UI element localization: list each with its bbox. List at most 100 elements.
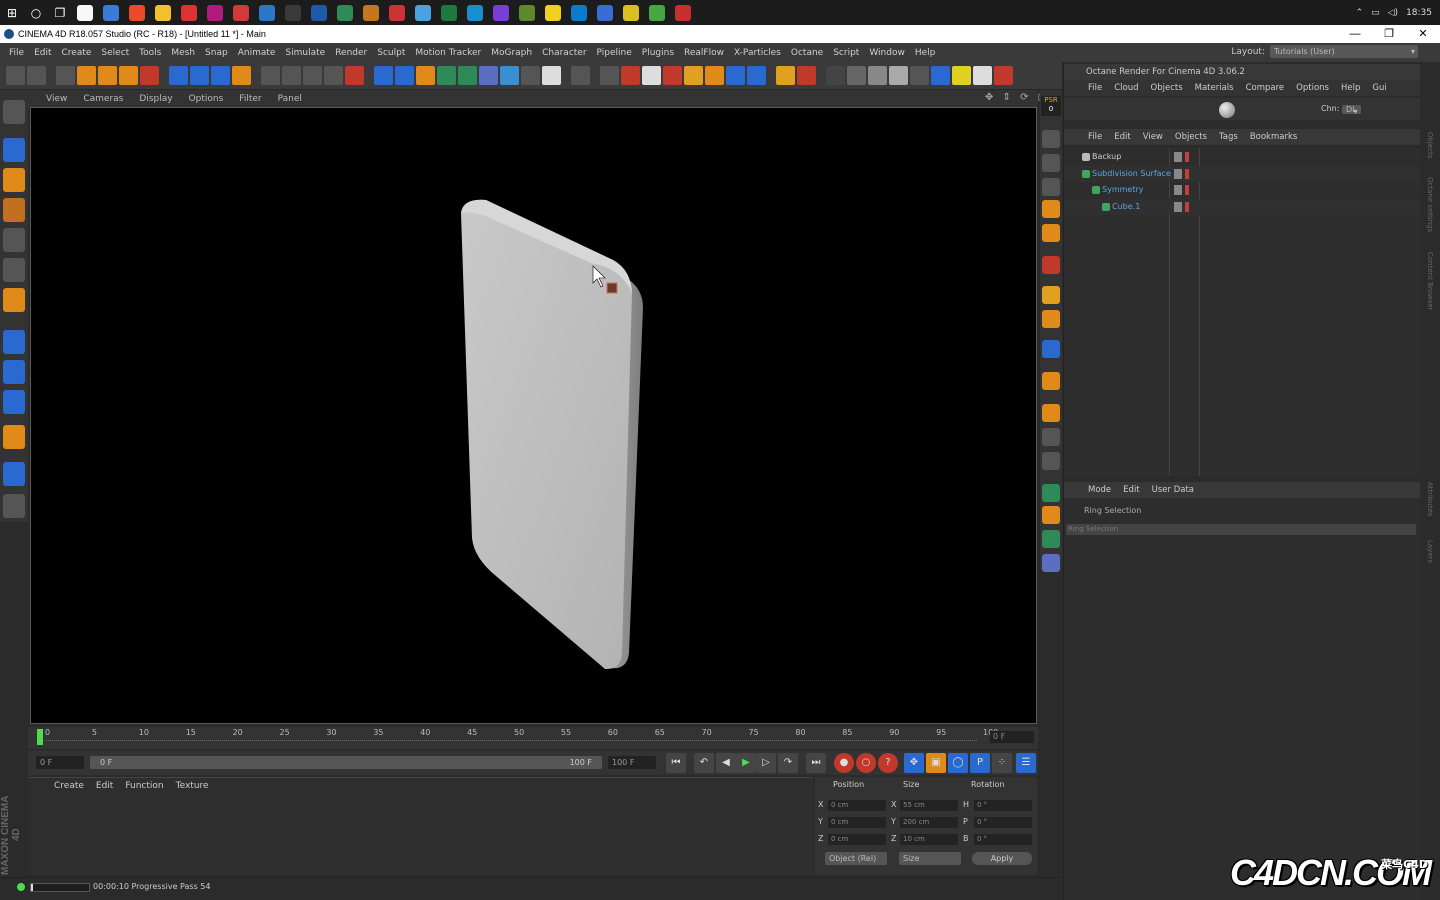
- material-ball-icon[interactable]: [1219, 102, 1235, 118]
- taskbar-app-icon[interactable]: [649, 4, 665, 21]
- toolbar-tool-icon[interactable]: [416, 66, 435, 85]
- next-frame-button[interactable]: ▷: [756, 753, 776, 773]
- left-tool-icon[interactable]: [3, 390, 25, 414]
- rotation-field[interactable]: 0 °: [974, 817, 1032, 828]
- menu-snap[interactable]: Snap: [200, 48, 233, 58]
- toolbar-tool-icon[interactable]: [797, 66, 816, 85]
- maximize-button[interactable]: ❐: [1372, 25, 1406, 43]
- toolbar-tool-icon[interactable]: [324, 66, 343, 85]
- octane-tool-icon[interactable]: [1042, 130, 1060, 148]
- autokey-button[interactable]: ○: [856, 753, 876, 773]
- visibility-dots-icon[interactable]: [1174, 201, 1194, 212]
- octane-tool-icon[interactable]: [1042, 310, 1060, 328]
- toolbar-tool-icon[interactable]: [190, 66, 209, 85]
- octane-menu-help[interactable]: Help: [1335, 83, 1366, 93]
- toolbar-tool-icon[interactable]: [395, 66, 414, 85]
- toolbar-tool-icon[interactable]: [826, 66, 845, 85]
- taskbar-app-icon[interactable]: [389, 4, 405, 21]
- menu-pipeline[interactable]: Pipeline: [592, 48, 637, 58]
- toolbar-tool-icon[interactable]: [169, 66, 188, 85]
- toolbar-tool-icon[interactable]: [747, 66, 766, 85]
- octane-tool-icon[interactable]: [1042, 428, 1060, 446]
- toolbar-tool-icon[interactable]: [119, 66, 138, 85]
- toolbar-tool-icon[interactable]: [56, 66, 75, 85]
- menu-simulate[interactable]: Simulate: [280, 48, 330, 58]
- left-tool-icon[interactable]: [3, 198, 25, 222]
- play-button[interactable]: ▶: [736, 753, 756, 773]
- toolbar-tool-icon[interactable]: [973, 66, 992, 85]
- menu-animate[interactable]: Animate: [233, 48, 281, 58]
- toolbar-tool-icon[interactable]: [261, 66, 280, 85]
- start-frame-field[interactable]: 0 F: [36, 756, 84, 769]
- toolbar-tool-icon[interactable]: [776, 66, 795, 85]
- range-slider[interactable]: 0 F 100 F: [90, 756, 602, 769]
- chn-dropdown[interactable]: DL: [1342, 105, 1361, 114]
- left-tool-icon[interactable]: [3, 138, 25, 162]
- timeline-ruler[interactable]: 0510152025303540455055606570758085909510…: [28, 727, 1038, 749]
- toolbar-tool-icon[interactable]: [571, 66, 590, 85]
- clock[interactable]: 18:35: [1406, 8, 1432, 18]
- size-field[interactable]: 200 cm: [900, 817, 958, 828]
- scale-key-icon[interactable]: ▣: [926, 753, 946, 773]
- object-row[interactable]: Cube.1: [1064, 198, 1420, 215]
- end-frame-field[interactable]: 100 F: [608, 756, 656, 769]
- go-to-start-button[interactable]: ⏮: [666, 753, 686, 773]
- taskbar-app-icon[interactable]: [493, 4, 509, 21]
- windows-start-button[interactable]: ⊞: [0, 0, 24, 25]
- toolbar-tool-icon[interactable]: [663, 66, 682, 85]
- close-button[interactable]: ✕: [1406, 25, 1440, 43]
- object-row[interactable]: Backup: [1064, 149, 1420, 165]
- left-tool-icon[interactable]: [3, 228, 25, 252]
- toolbar-tool-icon[interactable]: [500, 66, 519, 85]
- menu-select[interactable]: Select: [96, 48, 134, 58]
- toolbar-tool-icon[interactable]: [621, 66, 640, 85]
- octane-menu-options[interactable]: Options: [1290, 83, 1335, 93]
- viewport[interactable]: [30, 107, 1037, 724]
- current-frame-field[interactable]: 0 F: [990, 731, 1034, 743]
- toolbar-tool-icon[interactable]: [847, 66, 866, 85]
- menu-create[interactable]: Create: [57, 48, 97, 58]
- rotate-key-icon[interactable]: ◯: [948, 753, 968, 773]
- visibility-dots-icon[interactable]: [1174, 168, 1194, 179]
- octane-tool-icon[interactable]: [1042, 286, 1060, 304]
- left-tool-icon[interactable]: [3, 168, 25, 192]
- apply-button[interactable]: Apply: [972, 852, 1032, 865]
- toolbar-tool-icon[interactable]: [542, 66, 561, 85]
- viewport-menu-options[interactable]: Options: [181, 94, 232, 104]
- menu-script[interactable]: Script: [828, 48, 864, 58]
- object-row[interactable]: Symmetry: [1064, 182, 1420, 198]
- toolbar-tool-icon[interactable]: [994, 66, 1013, 85]
- taskbar-app-icon[interactable]: [597, 4, 613, 21]
- menu-help[interactable]: Help: [910, 48, 941, 58]
- menu-plugins[interactable]: Plugins: [637, 48, 679, 58]
- left-tool-icon[interactable]: [3, 494, 25, 518]
- toolbar-tool-icon[interactable]: [521, 66, 540, 85]
- left-tool-icon[interactable]: [3, 360, 25, 384]
- taskbar-app-icon[interactable]: [77, 4, 93, 21]
- toolbar-tool-icon[interactable]: [868, 66, 887, 85]
- volume-icon[interactable]: ◁): [1388, 8, 1398, 18]
- menu-edit[interactable]: Edit: [29, 48, 56, 58]
- octane-tool-icon[interactable]: [1042, 340, 1060, 358]
- left-tool-icon[interactable]: [3, 288, 25, 312]
- menu-render[interactable]: Render: [330, 48, 372, 58]
- taskbar-app-icon[interactable]: [623, 4, 639, 21]
- toolbar-tool-icon[interactable]: [77, 66, 96, 85]
- toolbar-tool-icon[interactable]: [642, 66, 661, 85]
- toolbar-tool-icon[interactable]: [27, 66, 46, 85]
- toolbar-tool-icon[interactable]: [303, 66, 322, 85]
- rotation-field[interactable]: 0 °: [974, 834, 1032, 845]
- keyframe-selection-button[interactable]: ?: [878, 753, 898, 773]
- toolbar-tool-icon[interactable]: [282, 66, 301, 85]
- visibility-dots-icon[interactable]: [1174, 152, 1194, 162]
- left-tool-icon[interactable]: [3, 258, 25, 282]
- octane-tool-icon[interactable]: [1042, 256, 1060, 274]
- octane-tool-icon[interactable]: [1042, 404, 1060, 422]
- octane-tool-icon[interactable]: [1042, 506, 1060, 524]
- attribute-section-tab[interactable]: Ring Selection: [1066, 524, 1416, 535]
- menu-motion-tracker[interactable]: Motion Tracker: [410, 48, 486, 58]
- size-field[interactable]: 55 cm: [900, 800, 958, 811]
- coordinate-mode-dropdown[interactable]: Object (Rel): [825, 852, 887, 865]
- left-tool-icon[interactable]: [3, 425, 25, 449]
- timeline-options-icon[interactable]: ☰: [1016, 753, 1036, 773]
